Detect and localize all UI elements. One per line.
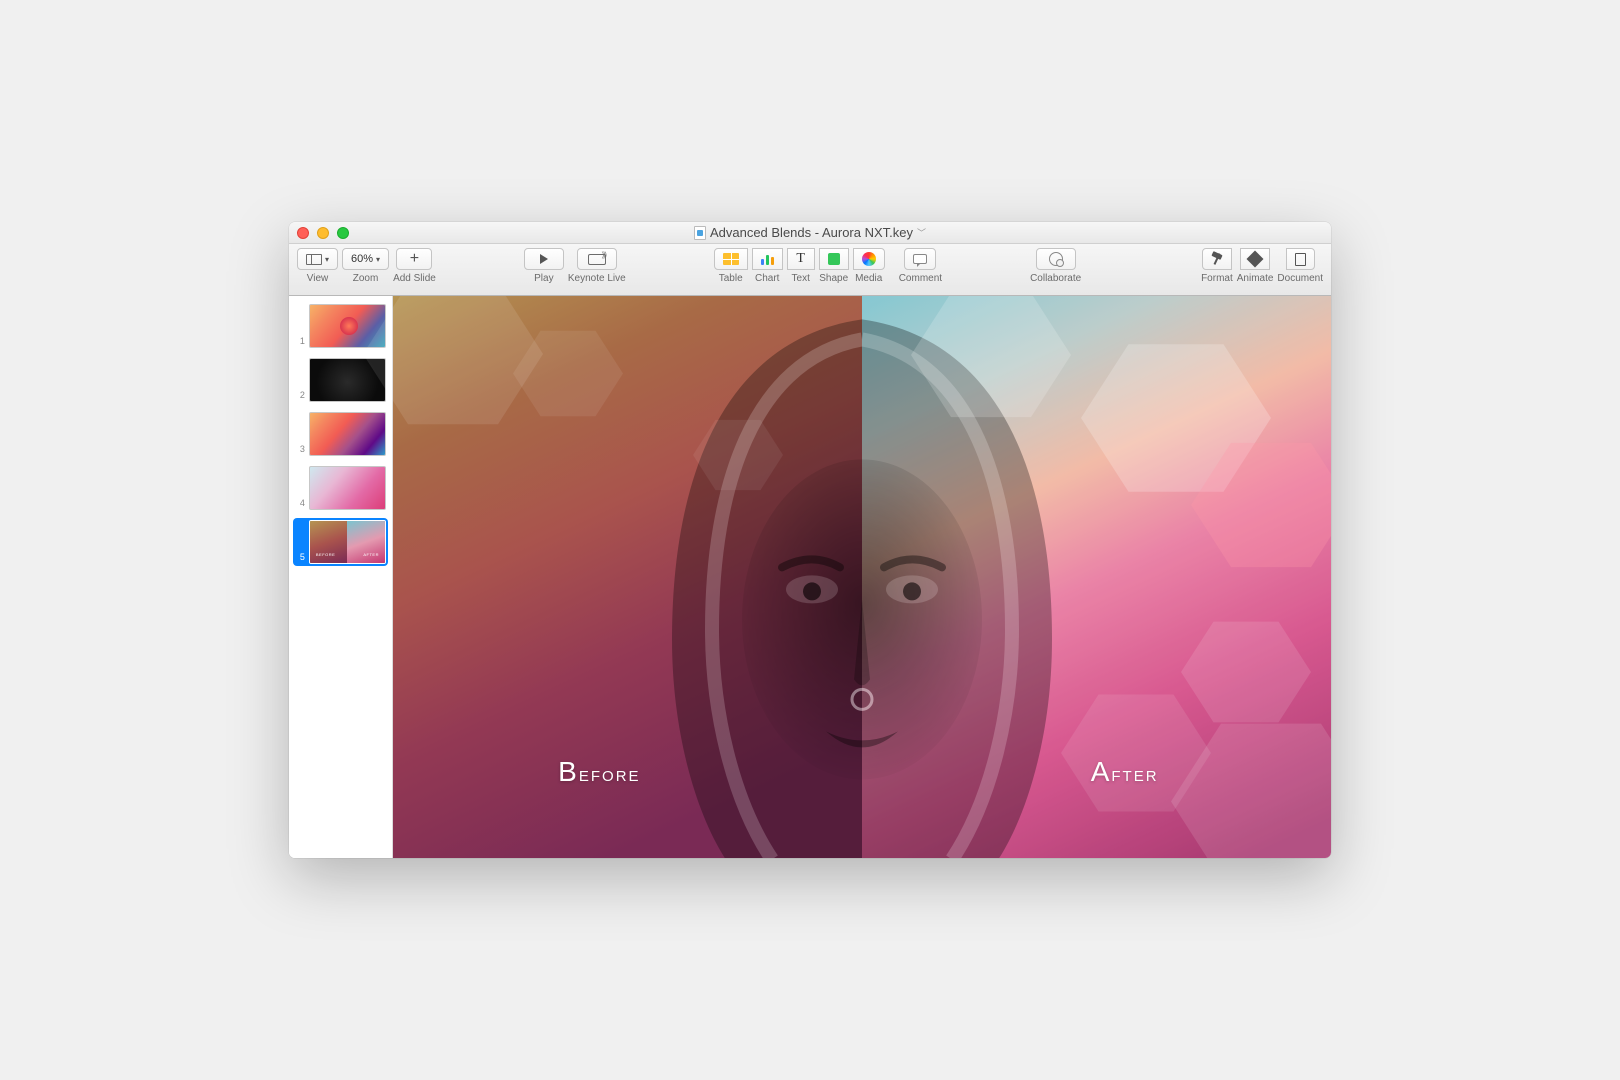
chevron-down-icon: ▾ (376, 255, 380, 264)
collaborate-group: Collaborate (1030, 248, 1081, 284)
title-chevron-icon[interactable]: ﹀ (917, 226, 926, 239)
minimize-icon[interactable] (317, 227, 329, 239)
keynote-live-group: Keynote Live (568, 248, 626, 284)
thumbnail-image (309, 358, 386, 402)
slide-number: 4 (295, 498, 305, 510)
view-label: View (307, 273, 329, 284)
media-label: Media (855, 273, 882, 284)
slide-canvas[interactable]: Before After (393, 296, 1331, 858)
slide-navigator[interactable]: 1 2 3 4 5 BEFOREAFTER (289, 296, 393, 858)
shape-button[interactable] (819, 248, 849, 270)
body: 1 2 3 4 5 BEFOREAFTER (289, 296, 1331, 858)
window-title: Advanced Blends - Aurora NXT.key ﹀ (289, 225, 1331, 240)
slide-number: 1 (295, 336, 305, 348)
comment-button[interactable] (904, 248, 936, 270)
title-bar: Advanced Blends - Aurora NXT.key ﹀ (289, 222, 1331, 244)
document-group: Document (1277, 248, 1323, 284)
after-label: After (1091, 756, 1159, 788)
chart-button[interactable] (752, 248, 783, 270)
slide-thumbnail-4[interactable]: 4 (293, 464, 388, 512)
text-icon: T (796, 251, 805, 267)
document-icon (694, 226, 706, 240)
table-button[interactable] (714, 248, 748, 270)
animate-icon (1247, 251, 1264, 268)
view-icon (306, 254, 322, 265)
format-label: Format (1201, 273, 1233, 284)
slide-thumbnail-3[interactable]: 3 (293, 410, 388, 458)
collaborate-label: Collaborate (1030, 273, 1081, 284)
text-group: T Text (787, 248, 815, 284)
traffic-lights (297, 227, 349, 239)
document-label: Document (1277, 273, 1323, 284)
comment-icon (913, 254, 927, 264)
media-button[interactable] (853, 248, 885, 270)
document-icon (1295, 253, 1306, 266)
table-group: Table (714, 248, 748, 284)
slide-number: 2 (295, 390, 305, 402)
zoom-label: Zoom (353, 273, 379, 284)
animate-button[interactable] (1240, 248, 1270, 270)
animate-group: Animate (1237, 248, 1274, 284)
shape-label: Shape (819, 273, 848, 284)
thumbnail-image (309, 412, 386, 456)
play-icon (540, 254, 548, 264)
slide-thumbnail-1[interactable]: 1 (293, 302, 388, 350)
add-slide-group: + Add Slide (393, 248, 436, 284)
keynote-live-button[interactable] (577, 248, 617, 270)
format-group: Format (1201, 248, 1233, 284)
play-label: Play (534, 273, 553, 284)
text-button[interactable]: T (787, 248, 815, 270)
format-icon (1211, 253, 1223, 265)
add-slide-label: Add Slide (393, 273, 436, 284)
comment-group: Comment (899, 248, 942, 284)
play-group: Play (524, 248, 564, 284)
slide-thumbnail-2[interactable]: 2 (293, 356, 388, 404)
zoom-value: 60% (351, 253, 373, 265)
chart-label: Chart (755, 273, 779, 284)
table-label: Table (719, 273, 743, 284)
view-group: ▾ View (297, 248, 338, 284)
view-button[interactable]: ▾ (297, 248, 338, 270)
chart-group: Chart (752, 248, 783, 284)
comment-label: Comment (899, 273, 942, 284)
window-title-text: Advanced Blends - Aurora NXT.key (710, 225, 913, 240)
text-label: Text (792, 273, 810, 284)
close-icon[interactable] (297, 227, 309, 239)
collaborate-icon (1049, 252, 1063, 266)
format-button[interactable] (1202, 248, 1232, 270)
document-button[interactable] (1286, 248, 1315, 270)
play-button[interactable] (524, 248, 564, 270)
toolbar: ▾ View 60% ▾ Zoom + Add Slide Play (289, 244, 1331, 296)
collaborate-button[interactable] (1036, 248, 1076, 270)
shape-group: Shape (819, 248, 849, 284)
add-slide-button[interactable]: + (396, 248, 432, 270)
keynote-live-label: Keynote Live (568, 273, 626, 284)
media-group: Media (853, 248, 885, 284)
plus-icon: + (410, 251, 419, 267)
slide-number: 5 (295, 552, 305, 564)
thumbnail-image (309, 466, 386, 510)
thumbnail-image (309, 304, 386, 348)
shape-icon (828, 253, 840, 265)
maximize-icon[interactable] (337, 227, 349, 239)
table-icon (723, 253, 739, 265)
slide-content[interactable]: Before After (393, 296, 1331, 858)
zoom-group: 60% ▾ Zoom (342, 248, 389, 284)
thumbnail-image: BEFOREAFTER (309, 520, 386, 564)
app-window: Advanced Blends - Aurora NXT.key ﹀ ▾ Vie… (289, 222, 1331, 858)
before-label: Before (558, 756, 640, 788)
slide-number: 3 (295, 444, 305, 456)
slide-thumbnail-5[interactable]: 5 BEFOREAFTER (293, 518, 388, 566)
chevron-down-icon: ▾ (325, 255, 329, 264)
media-icon (862, 252, 876, 266)
zoom-button[interactable]: 60% ▾ (342, 248, 389, 270)
animate-label: Animate (1237, 273, 1274, 284)
chart-icon (761, 253, 774, 265)
keynote-live-icon (588, 254, 606, 265)
